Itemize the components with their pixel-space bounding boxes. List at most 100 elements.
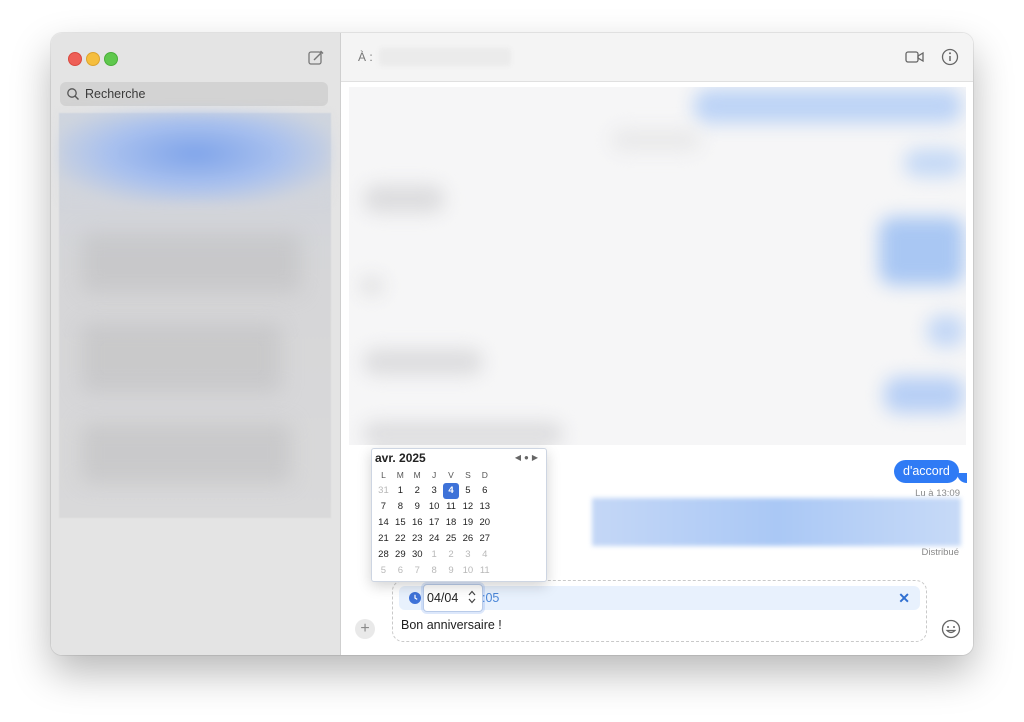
calendar-day[interactable]: 31	[375, 483, 392, 499]
outgoing-bubble	[884, 377, 964, 413]
calendar-day[interactable]: 27	[476, 531, 493, 547]
calendar-nav: ◀●▶	[515, 453, 541, 462]
calendar-day[interactable]: 6	[392, 563, 409, 579]
recipient-label: À :	[358, 50, 373, 64]
calendar-day[interactable]: 30	[409, 547, 426, 563]
message-composer[interactable]: 04/04 :05 ✕ Bon anniversaire !	[392, 580, 927, 642]
calendar-day[interactable]: 1	[426, 547, 443, 563]
message-input[interactable]: Bon anniversaire !	[401, 618, 502, 632]
next-month-icon[interactable]: ▶	[532, 453, 541, 462]
weekday-label: S	[465, 470, 471, 480]
weekday-label: M	[413, 470, 421, 480]
scheduled-date-field[interactable]: 04/04	[423, 584, 483, 612]
minimize-window-button[interactable]	[86, 52, 100, 66]
calendar-day[interactable]: 16	[409, 515, 426, 531]
calendar-day[interactable]: 2	[409, 483, 426, 499]
calendar-day[interactable]: 9	[409, 499, 426, 515]
search-placeholder: Recherche	[85, 87, 146, 101]
calendar-week-row: 21 22 23 24 25 26 27	[375, 531, 543, 547]
send-later-row: 04/04 :05 ✕	[399, 584, 920, 612]
message-bubble-outgoing[interactable]: d'accord	[894, 460, 959, 483]
calendar-day[interactable]: 17	[426, 515, 443, 531]
incoming-bubble	[363, 422, 563, 445]
recipient-field[interactable]	[379, 48, 511, 66]
clock-icon	[409, 592, 421, 604]
outgoing-bubble	[694, 89, 962, 123]
video-camera-icon[interactable]	[905, 49, 925, 65]
calendar-month-label: avr. 2025	[375, 451, 426, 465]
timestamp	[611, 129, 701, 151]
calendar-day[interactable]: 7	[375, 499, 392, 515]
weekday-label: J	[431, 470, 437, 480]
calendar-grid: L M M J V S D 31 1 2 3 4 5 6 7 8 9 10 11 12 13 14 15 16 17 18 19 20…	[375, 467, 543, 579]
calendar-day[interactable]: 26	[459, 531, 476, 547]
calendar-day[interactable]: 12	[459, 499, 476, 515]
today-icon[interactable]: ●	[524, 453, 532, 462]
outgoing-bubble	[879, 217, 964, 285]
cancel-schedule-button[interactable]: ✕	[898, 590, 910, 607]
search-icon	[67, 88, 79, 100]
calendar-day[interactable]: 13	[476, 499, 493, 515]
calendar-day[interactable]: 29	[392, 547, 409, 563]
calendar-day[interactable]: 8	[392, 499, 409, 515]
calendar-day[interactable]: 8	[426, 563, 443, 579]
calendar-day[interactable]: 22	[392, 531, 409, 547]
calendar-day[interactable]: 19	[459, 515, 476, 531]
zoom-window-button[interactable]	[104, 52, 118, 66]
incoming-bubble	[359, 277, 384, 295]
conversation-header: À :	[341, 33, 973, 82]
calendar-day[interactable]: 5	[375, 563, 392, 579]
previous-month-icon[interactable]: ◀	[515, 453, 524, 462]
delivery-status: Distribué	[921, 547, 960, 558]
calendar-day[interactable]: 11	[443, 499, 460, 515]
outgoing-bubble-blurred	[592, 498, 961, 546]
calendar-day[interactable]: 10	[459, 563, 476, 579]
calendar-day[interactable]: 23	[409, 531, 426, 547]
calendar-day[interactable]: 11	[476, 563, 493, 579]
calendar-weekday-row: LMMJVSD	[375, 467, 543, 483]
selected-conversation[interactable]	[59, 113, 331, 203]
calendar-day[interactable]: 15	[392, 515, 409, 531]
add-attachment-button[interactable]: +	[355, 619, 375, 639]
calendar-day[interactable]: 28	[375, 547, 392, 563]
calendar-day[interactable]: 9	[443, 563, 460, 579]
conversation-item[interactable]	[81, 323, 281, 393]
calendar-day[interactable]: 18	[443, 515, 460, 531]
conversation-item[interactable]	[81, 233, 301, 293]
calendar-day[interactable]: 2	[443, 547, 460, 563]
calendar-day[interactable]: 21	[375, 531, 392, 547]
calendar-day[interactable]: 4	[476, 547, 493, 563]
calendar-day[interactable]: 6	[476, 483, 493, 499]
calendar-day[interactable]: 3	[426, 483, 443, 499]
incoming-bubble	[363, 185, 445, 213]
calendar-day[interactable]: 10	[426, 499, 443, 515]
emoji-icon[interactable]	[941, 619, 961, 639]
close-window-button[interactable]	[68, 52, 82, 66]
compose-icon[interactable]	[307, 49, 325, 67]
calendar-day[interactable]: 5	[459, 483, 476, 499]
calendar-week-row: 31 1 2 3 4 5 6	[375, 483, 543, 499]
calendar-week-row: 14 15 16 17 18 19 20	[375, 515, 543, 531]
weekday-label: L	[381, 470, 386, 480]
calendar-week-row: 7 8 9 10 11 12 13	[375, 499, 543, 515]
scheduled-time[interactable]: :05	[482, 591, 499, 605]
weekday-label: V	[448, 470, 454, 480]
info-icon[interactable]	[941, 48, 959, 66]
outgoing-bubble	[904, 149, 964, 177]
calendar-week-row: 5 6 7 8 9 10 11	[375, 563, 543, 579]
calendar-day[interactable]: 14	[375, 515, 392, 531]
calendar-day[interactable]: 4	[442, 483, 460, 499]
calendar-day[interactable]: 24	[426, 531, 443, 547]
outgoing-bubble	[927, 315, 965, 347]
calendar-day[interactable]: 3	[459, 547, 476, 563]
date-picker-popover[interactable]: avr. 2025 ◀●▶ L M M J V S D 31 1 2 3 4 5 6 7 8 9 10 11 12 13…	[371, 448, 547, 582]
calendar-day[interactable]: 7	[409, 563, 426, 579]
calendar-day[interactable]: 1	[392, 483, 409, 499]
conversation-item[interactable]	[81, 423, 291, 483]
calendar-day[interactable]: 25	[443, 531, 460, 547]
date-stepper-icon[interactable]	[467, 588, 477, 606]
weekday-label: M	[396, 470, 404, 480]
calendar-day[interactable]: 20	[476, 515, 493, 531]
search-field[interactable]: Recherche	[60, 82, 328, 106]
incoming-bubble	[363, 349, 483, 375]
